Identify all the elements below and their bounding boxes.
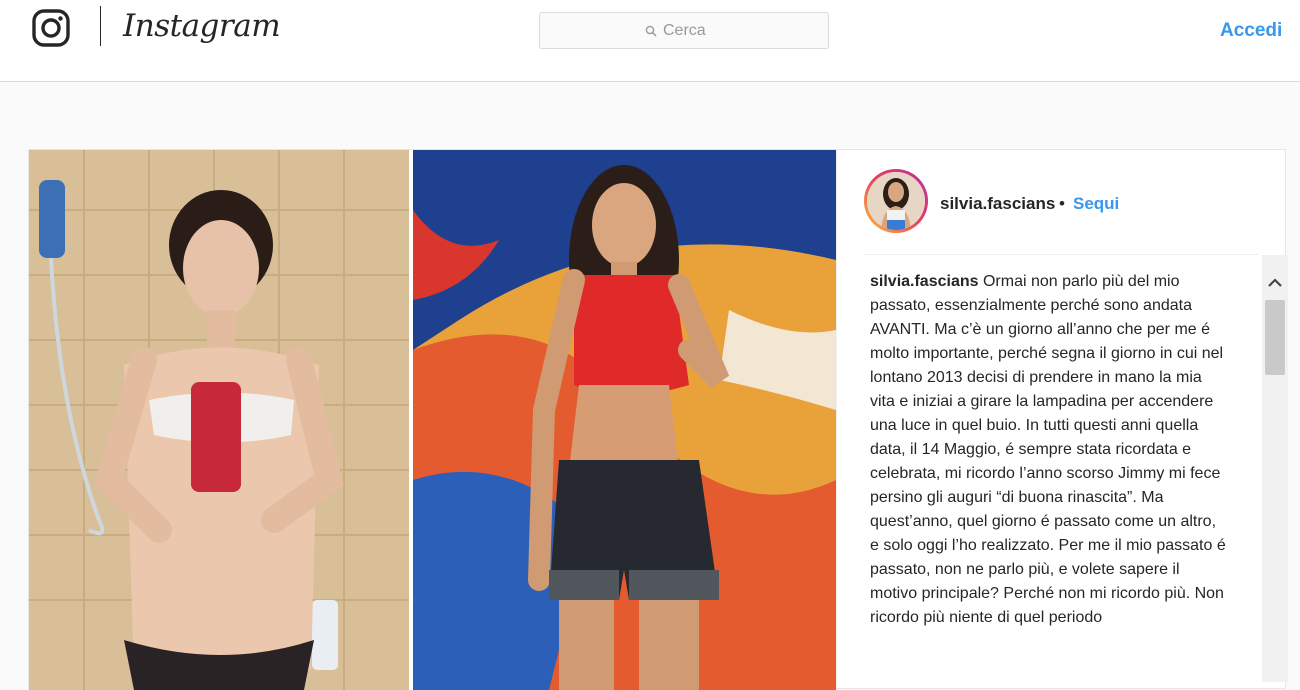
avatar-image [867,172,925,230]
caption-area: silvia.fascians Ormai non parlo più del … [870,270,1227,690]
post-card: silvia.fascians • Sequi silvia.fascians … [28,149,1287,690]
logo-divider [100,6,101,46]
post-photo[interactable] [29,150,836,690]
caption-username[interactable]: silvia.fascians [870,273,979,290]
follow-button[interactable]: Sequi [1073,194,1119,214]
before-after-photo [29,150,836,690]
chevron-up-icon[interactable] [1262,273,1288,293]
caption-text: Ormai non parlo più del mio passato, ess… [870,273,1226,626]
search-box[interactable] [539,12,829,49]
top-navigation-bar: Instagram Accedi [0,0,1300,82]
post-caption: silvia.fascians Ormai non parlo più del … [870,270,1227,630]
separator-dot: • [1059,194,1065,213]
post-header: silvia.fascians • Sequi [837,150,1287,255]
instagram-wordmark[interactable]: Instagram [123,4,281,48]
avatar[interactable] [864,169,928,233]
magnifier-icon [645,25,657,37]
caption-scrollbar[interactable] [1262,255,1288,682]
instagram-camera-icon[interactable] [31,8,71,48]
header-divider [864,254,1259,255]
post-author-username[interactable]: silvia.fascians [940,194,1055,214]
search-input[interactable] [663,21,723,40]
scrollbar-thumb[interactable] [1265,300,1285,375]
post-sidebar: silvia.fascians • Sequi silvia.fascians … [836,150,1287,690]
login-link[interactable]: Accedi [1220,20,1282,42]
